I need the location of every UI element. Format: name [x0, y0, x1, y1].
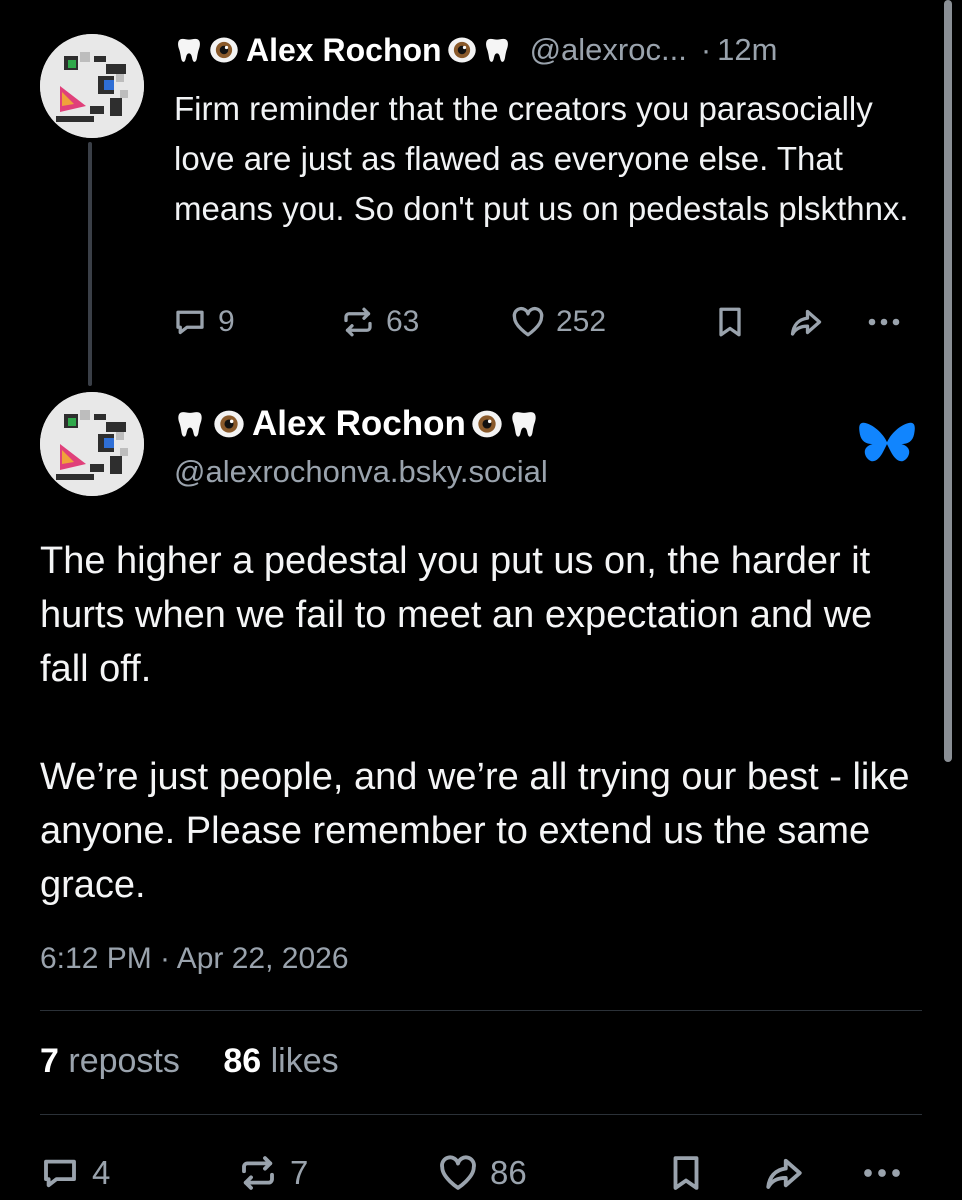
main-header: Alex Rochon — [174, 402, 540, 446]
heart-icon — [436, 1152, 480, 1194]
thread-line — [88, 142, 92, 386]
tooth-icon — [174, 407, 206, 441]
bluesky-logo[interactable] — [858, 420, 916, 477]
separator-dot: · — [700, 32, 712, 67]
eye-icon — [446, 35, 478, 65]
repost-icon — [236, 1152, 280, 1194]
main-post-paragraph: The higher a pedestal you put us on, the… — [40, 540, 873, 690]
reposts-stat-label: reposts — [68, 1042, 180, 1080]
parent-post-text: Firm reminder that the creators you para… — [174, 90, 909, 227]
main-display-name[interactable]: Alex Rochon — [252, 404, 466, 444]
like-button[interactable]: 252 — [510, 304, 606, 340]
repost-count: 63 — [386, 305, 420, 338]
reply-button[interactable]: 9 — [172, 304, 235, 340]
repost-button[interactable]: 7 — [236, 1152, 308, 1194]
post-age[interactable]: 12m — [717, 32, 777, 68]
more-icon — [864, 304, 904, 340]
reply-icon — [172, 304, 208, 340]
more-button[interactable] — [864, 304, 904, 340]
share-icon — [760, 1152, 808, 1194]
reply-button[interactable]: 4 — [38, 1152, 110, 1194]
main-post-text: The higher a pedestal you put us on, the… — [40, 534, 920, 912]
reposts-stat[interactable]: 7 reposts — [40, 1042, 189, 1080]
reply-count: 9 — [218, 305, 235, 338]
repost-icon — [340, 304, 376, 340]
main-avatar[interactable] — [40, 392, 144, 496]
eye-icon — [208, 35, 240, 65]
parent-display-name[interactable]: Alex Rochon — [246, 32, 442, 69]
butterfly-icon — [858, 420, 916, 472]
bookmark-icon — [712, 304, 748, 340]
parent-avatar[interactable] — [40, 34, 144, 138]
parent-handle[interactable]: @alexroc... — [530, 32, 687, 68]
divider — [40, 1010, 922, 1011]
reposts-stat-count: 7 — [40, 1042, 59, 1080]
bookmark-button[interactable] — [712, 304, 748, 340]
scrollbar[interactable] — [944, 0, 952, 762]
likes-stat-label: likes — [270, 1042, 339, 1080]
post-stats: 7 reposts 86 likes — [40, 1042, 339, 1081]
main-handle[interactable]: @alexrochonva.bsky.social — [174, 454, 548, 490]
avatar-image — [40, 34, 144, 138]
share-button[interactable] — [786, 304, 826, 340]
reply-count: 4 — [92, 1154, 111, 1191]
tooth-icon — [174, 34, 204, 66]
bookmark-button[interactable] — [664, 1152, 708, 1194]
reply-icon — [38, 1152, 82, 1194]
likes-stat-count: 86 — [223, 1042, 262, 1080]
post-timestamp[interactable]: 6:12 PM · Apr 22, 2026 — [40, 942, 349, 976]
repost-count: 7 — [290, 1154, 309, 1191]
more-button[interactable] — [858, 1152, 906, 1194]
parent-header: Alex Rochon @alexroc... · 12m — [174, 30, 777, 70]
like-button[interactable]: 86 — [436, 1152, 527, 1194]
repost-button[interactable]: 63 — [340, 304, 419, 340]
avatar-image — [40, 392, 144, 496]
likes-stat[interactable]: 86 likes — [223, 1042, 338, 1080]
eye-icon — [212, 408, 246, 440]
tooth-icon — [482, 34, 512, 66]
share-icon — [786, 304, 826, 340]
eye-icon — [470, 408, 504, 440]
main-post-paragraph: We’re just people, and we’re all trying … — [40, 756, 910, 906]
share-button[interactable] — [760, 1152, 808, 1194]
bookmark-icon — [664, 1152, 708, 1194]
like-count: 252 — [556, 305, 607, 338]
like-count: 86 — [490, 1154, 527, 1191]
divider — [40, 1114, 922, 1115]
tooth-icon — [508, 407, 540, 441]
heart-icon — [510, 304, 546, 340]
more-icon — [858, 1152, 906, 1194]
